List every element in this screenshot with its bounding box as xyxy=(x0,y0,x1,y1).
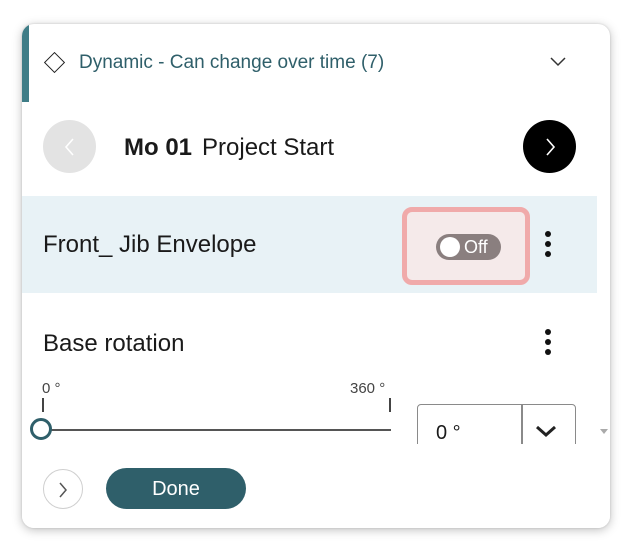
slider-min-tick xyxy=(42,398,44,412)
toggle-state-text: Off xyxy=(464,237,488,257)
milestone-nav: Mo 01 Project Start xyxy=(22,120,610,176)
scroll-down-arrow[interactable] xyxy=(600,429,608,434)
rotation-label: Base rotation xyxy=(43,330,185,357)
section-title: Dynamic - Can change over time (7) xyxy=(79,52,385,73)
envelope-more-menu-icon[interactable] xyxy=(544,231,552,261)
rotation-more-menu-icon[interactable] xyxy=(544,329,552,359)
envelope-label: Front_ Jib Envelope xyxy=(43,231,257,258)
envelope-row: Front_ Jib Envelope Off xyxy=(22,196,597,293)
diamond-icon xyxy=(43,51,66,74)
rotation-slider-track[interactable] xyxy=(42,429,391,431)
done-button[interactable]: Done xyxy=(106,468,246,509)
chevron-left-icon xyxy=(64,138,74,156)
rotation-slider-thumb[interactable] xyxy=(30,418,52,440)
envelope-toggle[interactable]: Off xyxy=(436,234,501,260)
previous-milestone-button[interactable] xyxy=(43,120,96,173)
expand-button[interactable] xyxy=(43,469,83,509)
rotation-select-value: 0 ° xyxy=(436,422,461,444)
slider-min-label: 0 ° xyxy=(42,380,61,397)
toggle-highlight: Off xyxy=(402,207,530,285)
chevron-right-icon xyxy=(546,138,556,156)
layer-panel: Dynamic - Can change over time (7) Mo 01… xyxy=(22,24,610,528)
toggle-knob xyxy=(440,237,460,257)
milestone-name: Project Start xyxy=(202,134,335,161)
slider-max-label: 360 ° xyxy=(350,380,386,397)
next-milestone-button[interactable] xyxy=(523,120,576,173)
chevron-right-icon xyxy=(59,482,67,498)
chevron-down-icon[interactable] xyxy=(548,54,568,68)
milestone-code: Mo 01 xyxy=(124,134,193,161)
section-header[interactable]: Dynamic - Can change over time (7) xyxy=(22,24,610,102)
slider-max-tick xyxy=(389,398,391,412)
milestone-title: Mo 01 Project Start xyxy=(124,134,334,162)
chevron-down-icon[interactable] xyxy=(534,423,558,439)
